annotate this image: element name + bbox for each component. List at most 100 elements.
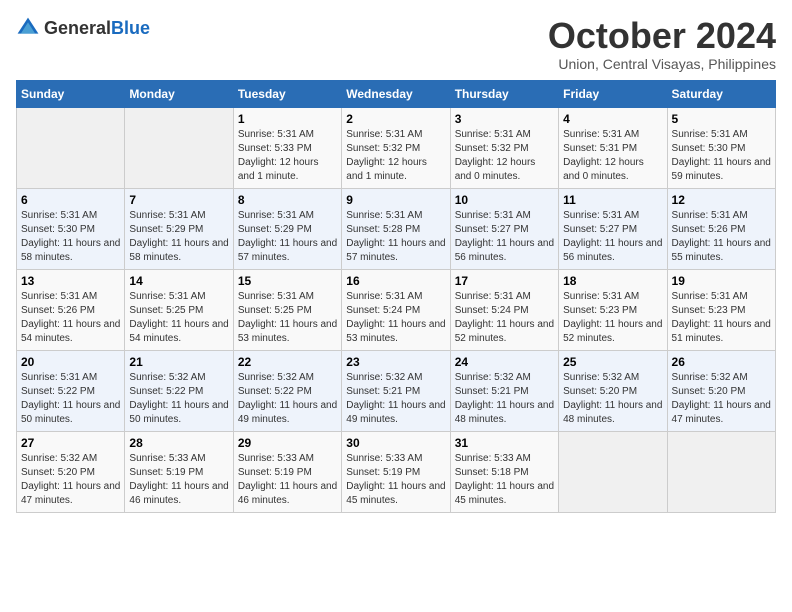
day-number: 5: [672, 112, 771, 126]
day-info: Sunrise: 5:31 AM Sunset: 5:28 PM Dayligh…: [346, 209, 445, 265]
day-cell: 18Sunrise: 5:31 AM Sunset: 5:23 PM Dayli…: [559, 269, 667, 350]
day-info: Sunrise: 5:33 AM Sunset: 5:18 PM Dayligh…: [455, 452, 554, 508]
day-number: 6: [21, 193, 120, 207]
day-number: 9: [346, 193, 445, 207]
day-number: 19: [672, 274, 771, 288]
day-info: Sunrise: 5:31 AM Sunset: 5:26 PM Dayligh…: [21, 290, 120, 346]
day-cell: 3 Sunrise: 5:31 AM Sunset: 5:32 PM Daylig…: [450, 107, 558, 188]
location-subtitle: Union, Central Visayas, Philippines: [548, 56, 776, 72]
day-cell: 23Sunrise: 5:32 AM Sunset: 5:21 PM Dayli…: [342, 350, 450, 431]
day-cell: 31 Sunrise: 5:33 AM Sunset: 5:18 PM Dayli…: [450, 431, 558, 512]
header-row: Sunday Monday Tuesday Wednesday Thursday…: [17, 80, 776, 107]
day-cell: 21 Sunrise: 5:32 AM Sunset: 5:22 PM Dayli…: [125, 350, 233, 431]
day-info: Sunrise: 5:31 AM Sunset: 5:23 PM Dayligh…: [672, 290, 771, 346]
logo-icon: [16, 16, 40, 40]
day-cell: [125, 107, 233, 188]
day-info: Sunrise: 5:33 AM Sunset: 5:19 PM Dayligh…: [238, 452, 337, 508]
day-cell: 16Sunrise: 5:31 AM Sunset: 5:24 PM Dayli…: [342, 269, 450, 350]
calendar-body: 1Sunrise: 5:31 AM Sunset: 5:33 PM Daylig…: [17, 107, 776, 512]
header-monday: Monday: [125, 80, 233, 107]
day-number: 21: [129, 355, 228, 369]
day-cell: 1Sunrise: 5:31 AM Sunset: 5:33 PM Daylig…: [233, 107, 341, 188]
day-info: Sunrise: 5:32 AM Sunset: 5:21 PM Dayligh…: [455, 371, 554, 427]
day-cell: 7Sunrise: 5:31 AM Sunset: 5:29 PM Daylig…: [125, 188, 233, 269]
day-info: Sunrise: 5:32 AM Sunset: 5:20 PM Dayligh…: [21, 452, 120, 508]
week-row-5: 27 Sunrise: 5:32 AM Sunset: 5:20 PM Dayli…: [17, 431, 776, 512]
day-info: Sunrise: 5:31 AM Sunset: 5:26 PM Dayligh…: [672, 209, 771, 265]
day-number: 2: [346, 112, 445, 126]
header-tuesday: Tuesday: [233, 80, 341, 107]
day-number: 10: [455, 193, 554, 207]
day-info: Sunrise: 5:31 AM Sunset: 5:24 PM Dayligh…: [455, 290, 554, 346]
day-cell: 24 Sunrise: 5:32 AM Sunset: 5:21 PM Dayli…: [450, 350, 558, 431]
day-info: Sunrise: 5:32 AM Sunset: 5:22 PM Dayligh…: [129, 371, 228, 427]
day-cell: 22Sunrise: 5:32 AM Sunset: 5:22 PM Dayli…: [233, 350, 341, 431]
day-info: Sunrise: 5:32 AM Sunset: 5:20 PM Dayligh…: [672, 371, 771, 427]
header-sunday: Sunday: [17, 80, 125, 107]
month-title: October 2024: [548, 16, 776, 56]
day-cell: 19 Sunrise: 5:31 AM Sunset: 5:23 PM Dayli…: [667, 269, 775, 350]
day-cell: 12 Sunrise: 5:31 AM Sunset: 5:26 PM Dayli…: [667, 188, 775, 269]
header-friday: Friday: [559, 80, 667, 107]
day-cell: 17 Sunrise: 5:31 AM Sunset: 5:24 PM Dayli…: [450, 269, 558, 350]
day-info: Sunrise: 5:31 AM Sunset: 5:27 PM Dayligh…: [563, 209, 662, 265]
day-cell: [559, 431, 667, 512]
calendar-header: Sunday Monday Tuesday Wednesday Thursday…: [17, 80, 776, 107]
day-info: Sunrise: 5:31 AM Sunset: 5:32 PM Dayligh…: [455, 128, 554, 184]
day-cell: 10Sunrise: 5:31 AM Sunset: 5:27 PM Dayli…: [450, 188, 558, 269]
day-number: 4: [563, 112, 662, 126]
day-info: Sunrise: 5:31 AM Sunset: 5:33 PM Dayligh…: [238, 128, 337, 184]
day-info: Sunrise: 5:33 AM Sunset: 5:19 PM Dayligh…: [129, 452, 228, 508]
day-info: Sunrise: 5:33 AM Sunset: 5:19 PM Dayligh…: [346, 452, 445, 508]
day-info: Sunrise: 5:31 AM Sunset: 5:30 PM Dayligh…: [21, 209, 120, 265]
header-saturday: Saturday: [667, 80, 775, 107]
day-number: 24: [455, 355, 554, 369]
day-number: 13: [21, 274, 120, 288]
day-info: Sunrise: 5:31 AM Sunset: 5:25 PM Dayligh…: [129, 290, 228, 346]
day-number: 23: [346, 355, 445, 369]
day-number: 3: [455, 112, 554, 126]
week-row-1: 1Sunrise: 5:31 AM Sunset: 5:33 PM Daylig…: [17, 107, 776, 188]
day-info: Sunrise: 5:31 AM Sunset: 5:29 PM Dayligh…: [238, 209, 337, 265]
day-number: 31: [455, 436, 554, 450]
day-number: 11: [563, 193, 662, 207]
day-number: 22: [238, 355, 337, 369]
day-cell: 11 Sunrise: 5:31 AM Sunset: 5:27 PM Dayli…: [559, 188, 667, 269]
day-info: Sunrise: 5:32 AM Sunset: 5:20 PM Dayligh…: [563, 371, 662, 427]
day-number: 29: [238, 436, 337, 450]
day-cell: 14 Sunrise: 5:31 AM Sunset: 5:25 PM Dayli…: [125, 269, 233, 350]
logo-text-general: General: [44, 18, 111, 39]
day-cell: 4 Sunrise: 5:31 AM Sunset: 5:31 PM Daylig…: [559, 107, 667, 188]
day-number: 14: [129, 274, 228, 288]
day-cell: 2Sunrise: 5:31 AM Sunset: 5:32 PM Daylig…: [342, 107, 450, 188]
day-number: 7: [129, 193, 228, 207]
day-info: Sunrise: 5:31 AM Sunset: 5:25 PM Dayligh…: [238, 290, 337, 346]
day-info: Sunrise: 5:31 AM Sunset: 5:31 PM Dayligh…: [563, 128, 662, 184]
day-cell: 27 Sunrise: 5:32 AM Sunset: 5:20 PM Dayli…: [17, 431, 125, 512]
day-info: Sunrise: 5:31 AM Sunset: 5:22 PM Dayligh…: [21, 371, 120, 427]
day-number: 30: [346, 436, 445, 450]
header-wednesday: Wednesday: [342, 80, 450, 107]
day-number: 12: [672, 193, 771, 207]
day-cell: 25 Sunrise: 5:32 AM Sunset: 5:20 PM Dayli…: [559, 350, 667, 431]
day-cell: 20 Sunrise: 5:31 AM Sunset: 5:22 PM Dayli…: [17, 350, 125, 431]
header-thursday: Thursday: [450, 80, 558, 107]
day-number: 27: [21, 436, 120, 450]
day-info: Sunrise: 5:31 AM Sunset: 5:30 PM Dayligh…: [672, 128, 771, 184]
calendar-table: Sunday Monday Tuesday Wednesday Thursday…: [16, 80, 776, 513]
day-cell: 13 Sunrise: 5:31 AM Sunset: 5:26 PM Dayli…: [17, 269, 125, 350]
day-number: 17: [455, 274, 554, 288]
day-number: 20: [21, 355, 120, 369]
day-info: Sunrise: 5:31 AM Sunset: 5:24 PM Dayligh…: [346, 290, 445, 346]
day-cell: 8Sunrise: 5:31 AM Sunset: 5:29 PM Daylig…: [233, 188, 341, 269]
day-number: 28: [129, 436, 228, 450]
day-number: 26: [672, 355, 771, 369]
week-row-3: 13 Sunrise: 5:31 AM Sunset: 5:26 PM Dayli…: [17, 269, 776, 350]
page-header: General Blue October 2024 Union, Central…: [16, 16, 776, 72]
title-block: October 2024 Union, Central Visayas, Phi…: [548, 16, 776, 72]
day-cell: 5 Sunrise: 5:31 AM Sunset: 5:30 PM Daylig…: [667, 107, 775, 188]
day-cell: 29 Sunrise: 5:33 AM Sunset: 5:19 PM Dayli…: [233, 431, 341, 512]
day-cell: [667, 431, 775, 512]
week-row-4: 20 Sunrise: 5:31 AM Sunset: 5:22 PM Dayli…: [17, 350, 776, 431]
day-number: 25: [563, 355, 662, 369]
